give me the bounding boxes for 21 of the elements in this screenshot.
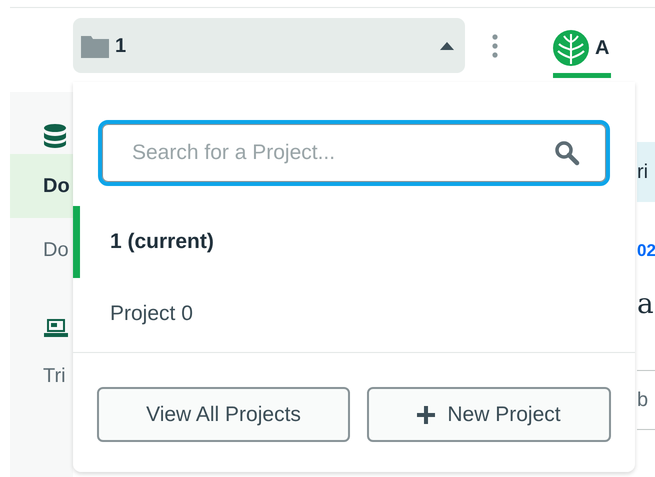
folder-icon xyxy=(81,34,109,58)
search-field[interactable]: Search for a Project... xyxy=(98,120,610,186)
content-tab[interactable]: ri xyxy=(637,142,655,202)
sidebar-item[interactable]: Do xyxy=(10,218,73,282)
leaf-logo-icon xyxy=(553,30,589,66)
laptop-icon xyxy=(44,318,68,338)
sidebar-item[interactable]: Tri xyxy=(10,344,73,408)
content-field[interactable]: b xyxy=(637,370,655,430)
content-link[interactable]: 02 xyxy=(637,236,655,266)
new-project-button[interactable]: New Project xyxy=(367,387,611,442)
search-icon xyxy=(554,140,580,166)
more-icon[interactable] xyxy=(491,32,499,58)
content-heading: a xyxy=(637,286,655,322)
database-icon xyxy=(44,124,66,148)
project-item[interactable]: 1 (current) xyxy=(73,206,635,278)
sidebar-item[interactable]: Do xyxy=(10,154,73,218)
project-selector[interactable]: 1 xyxy=(73,18,465,73)
project-item[interactable]: Project 0 xyxy=(73,278,635,350)
nav-tab[interactable]: A xyxy=(553,22,612,78)
plus-icon xyxy=(417,406,436,424)
view-all-button[interactable]: View All Projects xyxy=(97,387,350,442)
